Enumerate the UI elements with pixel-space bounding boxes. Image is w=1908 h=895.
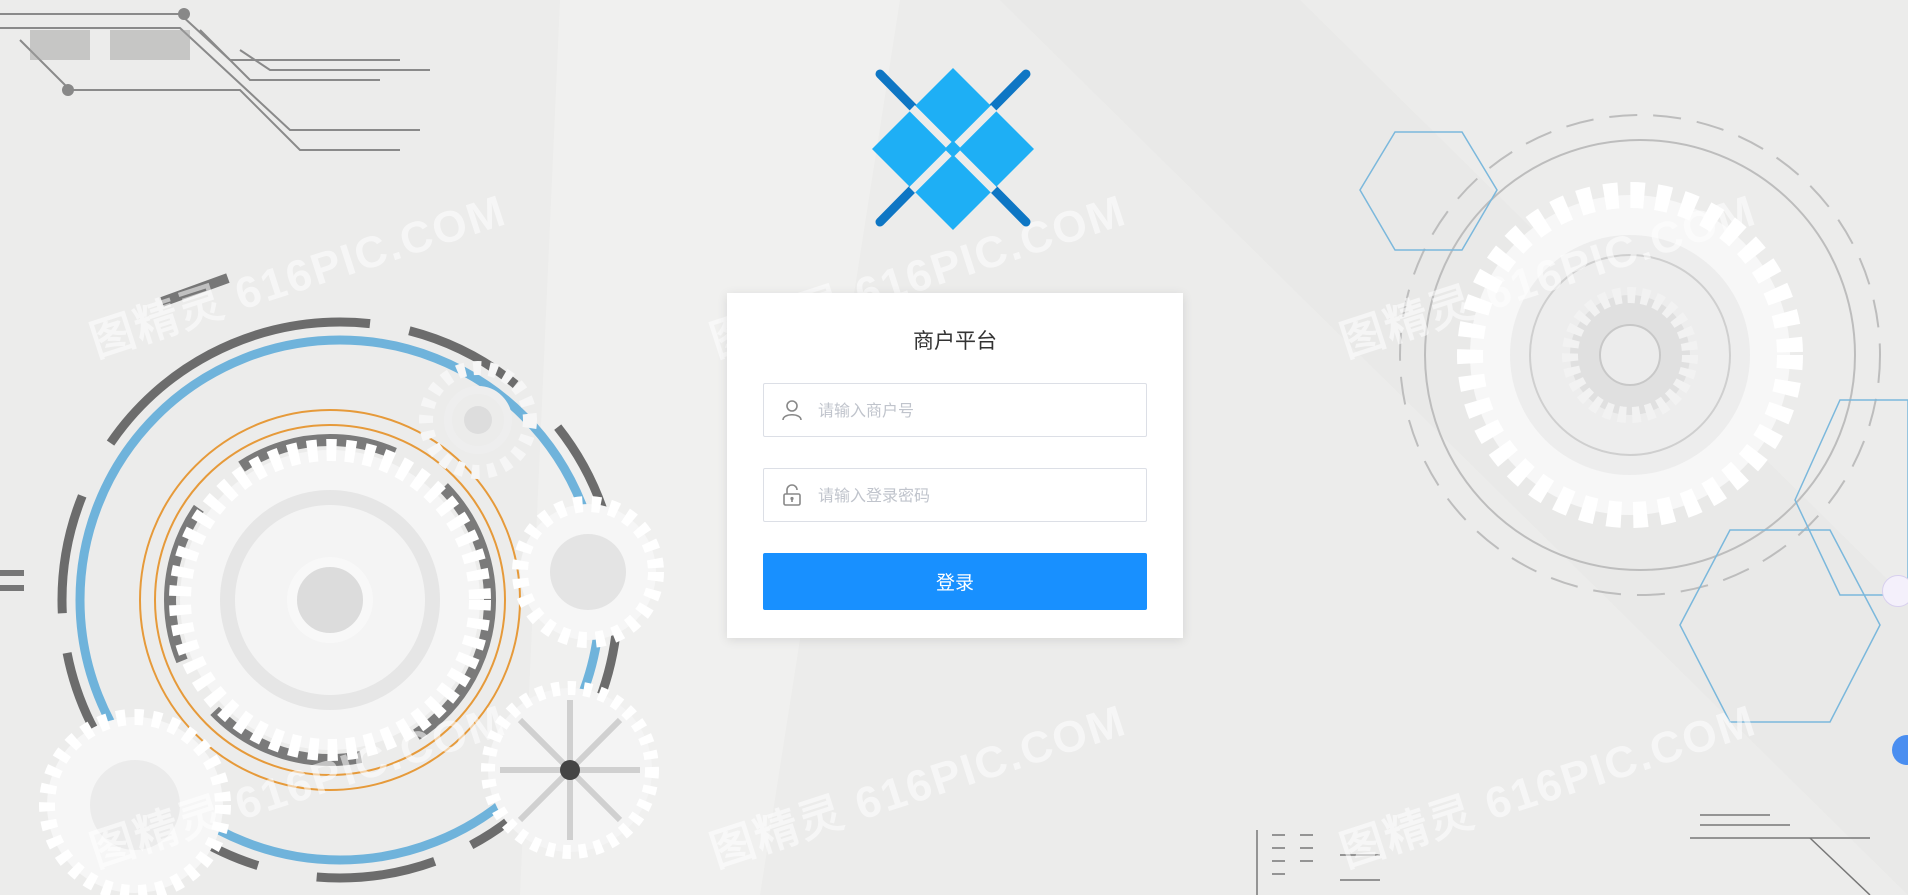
lock-icon — [783, 484, 801, 506]
merchant-id-field[interactable] — [763, 383, 1147, 437]
floating-tool-icon[interactable] — [1882, 575, 1908, 607]
password-field[interactable] — [763, 468, 1147, 522]
login-card: 商户平台 登录 — [727, 293, 1183, 638]
x-diamond-logo-icon — [872, 68, 1034, 230]
user-icon — [782, 400, 802, 421]
login-button[interactable]: 登录 — [763, 553, 1147, 610]
password-input[interactable] — [818, 469, 1138, 521]
merchant-id-input[interactable] — [818, 384, 1138, 436]
card-title: 商户平台 — [913, 329, 997, 353]
